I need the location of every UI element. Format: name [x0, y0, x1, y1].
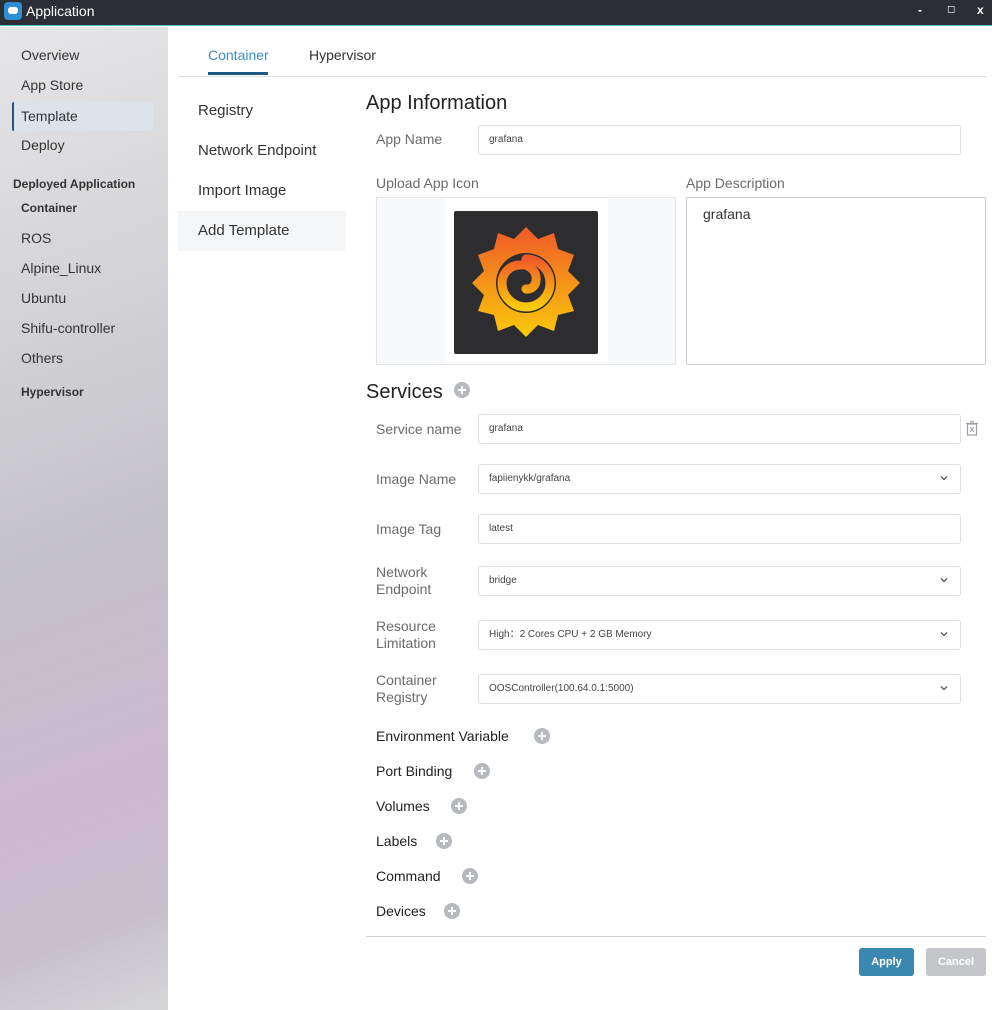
- deployed-application-heading: Deployed Application: [13, 177, 136, 191]
- chevron-down-icon: [940, 578, 948, 583]
- container-registry-label-line1: Container: [376, 672, 437, 688]
- sidebar-item-others[interactable]: Others: [12, 344, 153, 373]
- chevron-down-icon: [940, 476, 948, 481]
- form-divider: [366, 936, 986, 937]
- network-endpoint-label-line1: Network: [376, 564, 428, 580]
- close-button[interactable]: x: [977, 3, 984, 17]
- network-endpoint-select[interactable]: bridge: [478, 566, 961, 596]
- network-endpoint-label-line2: Endpoint: [376, 581, 432, 597]
- app-information-title: App Information: [366, 92, 508, 114]
- add-port-binding-icon[interactable]: [474, 763, 490, 779]
- add-environment-variable-icon[interactable]: [534, 728, 550, 744]
- sidebar-item-hypervisor[interactable]: Hypervisor: [21, 385, 84, 399]
- app-logo-icon: [4, 2, 22, 20]
- image-name-label: Image Name: [376, 471, 457, 487]
- app-icon-preview: [445, 198, 608, 364]
- sidebar-item-deploy[interactable]: Deploy: [12, 131, 153, 160]
- add-service-icon[interactable]: [454, 382, 470, 398]
- app-description-textarea[interactable]: grafana: [686, 197, 986, 365]
- submenu-item-import-image[interactable]: Import Image: [178, 171, 346, 211]
- image-tag-input[interactable]: latest: [478, 514, 961, 544]
- devices-label: Devices: [376, 903, 426, 919]
- sidebar-item-shifu-controller[interactable]: Shifu-controller: [12, 314, 153, 343]
- labels-label: Labels: [376, 833, 418, 849]
- port-binding-label: Port Binding: [376, 763, 453, 779]
- sidebar-item-app-store[interactable]: App Store: [12, 71, 153, 100]
- delete-service-icon[interactable]: [966, 421, 978, 436]
- maximize-button[interactable]: ◻: [947, 3, 955, 17]
- service-name-label: Service name: [376, 421, 462, 437]
- tab-hypervisor[interactable]: Hypervisor: [309, 47, 376, 63]
- image-name-value: fapiienykk/grafana: [489, 473, 571, 484]
- volumes-label: Volumes: [376, 798, 430, 814]
- sidebar-item-ros[interactable]: ROS: [12, 224, 153, 253]
- sidebar-item-overview[interactable]: Overview: [12, 41, 153, 70]
- upload-app-icon-label: Upload App Icon: [376, 175, 479, 191]
- services-title: Services: [366, 381, 443, 403]
- container-heading[interactable]: Container: [21, 201, 77, 215]
- sidebar-item-template[interactable]: Template: [12, 102, 153, 131]
- environment-variable-label: Environment Variable: [376, 728, 509, 744]
- window-titlebar: Application - ◻ x: [0, 0, 992, 26]
- service-name-input[interactable]: grafana: [478, 414, 961, 444]
- chevron-down-icon: [940, 686, 948, 691]
- resource-limitation-label-line1: Resource: [376, 618, 436, 634]
- cancel-button[interactable]: Cancel: [926, 948, 986, 976]
- top-tabs: Container Hypervisor: [178, 27, 986, 77]
- resource-limitation-label-line2: Limitation: [376, 635, 436, 651]
- container-registry-value: OOSController(100.64.0.1:5000): [489, 683, 634, 694]
- submenu-item-add-template[interactable]: Add Template: [178, 211, 346, 251]
- upload-app-icon-area[interactable]: [376, 197, 676, 365]
- active-tab-indicator: [208, 72, 268, 75]
- container-registry-select[interactable]: OOSController(100.64.0.1:5000): [478, 674, 961, 704]
- sidebar-item-ubuntu[interactable]: Ubuntu: [12, 284, 153, 313]
- container-registry-label-line2: Registry: [376, 689, 428, 705]
- window-title: Application: [26, 3, 95, 19]
- add-device-icon[interactable]: [444, 903, 460, 919]
- command-label: Command: [376, 868, 441, 884]
- image-tag-label: Image Tag: [376, 521, 442, 537]
- resource-limitation-select[interactable]: High：2 Cores CPU + 2 GB Memory: [478, 620, 961, 650]
- minimize-button[interactable]: -: [918, 3, 922, 17]
- add-volume-icon[interactable]: [451, 798, 467, 814]
- sidebar: Overview App Store Template Deploy Deplo…: [0, 27, 168, 1010]
- sidebar-item-alpine-linux[interactable]: Alpine_Linux: [12, 254, 153, 283]
- add-command-icon[interactable]: [462, 868, 478, 884]
- chevron-down-icon: [940, 632, 948, 637]
- apply-button[interactable]: Apply: [859, 948, 914, 976]
- app-description-label: App Description: [686, 175, 785, 191]
- app-name-label: App Name: [376, 131, 443, 147]
- grafana-logo-icon: [454, 211, 598, 354]
- resource-limitation-value: High：2 Cores CPU + 2 GB Memory: [489, 629, 652, 640]
- app-name-input[interactable]: grafana: [478, 125, 961, 155]
- image-name-select[interactable]: fapiienykk/grafana: [478, 464, 961, 494]
- network-endpoint-value: bridge: [489, 575, 517, 586]
- submenu-item-registry[interactable]: Registry: [178, 91, 346, 131]
- tab-container[interactable]: Container: [208, 47, 269, 63]
- add-label-icon[interactable]: [436, 833, 452, 849]
- submenu-item-network-endpoint[interactable]: Network Endpoint: [178, 131, 346, 171]
